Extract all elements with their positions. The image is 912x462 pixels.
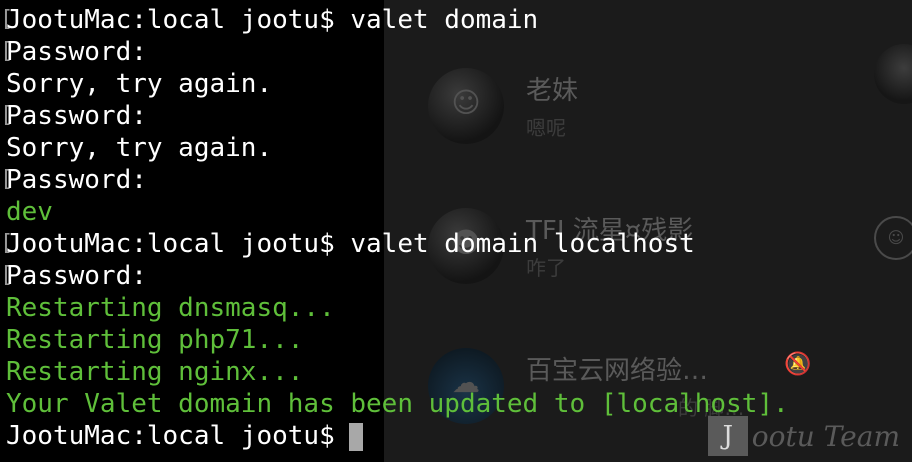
line-text: dev (6, 197, 53, 227)
line-text: Sorry, try again. (6, 133, 273, 163)
terminal-line: Restarting dnsmasq... (0, 292, 912, 324)
terminal-line: [Password: (0, 100, 912, 132)
terminal-line: [JootuMac:local jootu$ valet domain (0, 4, 912, 36)
terminal-output[interactable]: [JootuMac:local jootu$ valet domain [Pas… (0, 0, 912, 462)
terminal-line: [Password: (0, 36, 912, 68)
line-text: Password: (6, 261, 147, 291)
terminal-line: dev (0, 196, 912, 228)
terminal-line: Sorry, try again. (0, 132, 912, 164)
line-text: Sorry, try again. (6, 69, 273, 99)
watermark-text: ootu Team (751, 419, 900, 453)
watermark-logo: J (707, 416, 748, 456)
line-text: JootuMac:local jootu$ valet domain (6, 5, 539, 35)
line-text: Password: (6, 37, 147, 67)
line-text: Password: (6, 165, 147, 195)
terminal-line: [JootuMac:local jootu$ valet domain loca… (0, 228, 912, 260)
line-text: JootuMac:local jootu$ valet domain local… (6, 229, 695, 259)
line-text: Restarting dnsmasq... (6, 293, 335, 323)
line-text: JootuMac:local jootu$ (6, 421, 335, 451)
terminal-line: [Password: (0, 260, 912, 292)
terminal-line: Sorry, try again. (0, 68, 912, 100)
terminal-line: [Password: (0, 164, 912, 196)
line-text: Your Valet domain has been updated to [l… (6, 389, 789, 419)
terminal-line: Restarting php71... (0, 324, 912, 356)
line-text: Restarting nginx... (6, 357, 304, 387)
terminal-line: Restarting nginx... (0, 356, 912, 388)
line-text: Restarting php71... (6, 325, 304, 355)
watermark: J ootu Team (707, 416, 900, 456)
line-text: Password: (6, 101, 147, 131)
terminal-cursor[interactable] (348, 422, 363, 451)
